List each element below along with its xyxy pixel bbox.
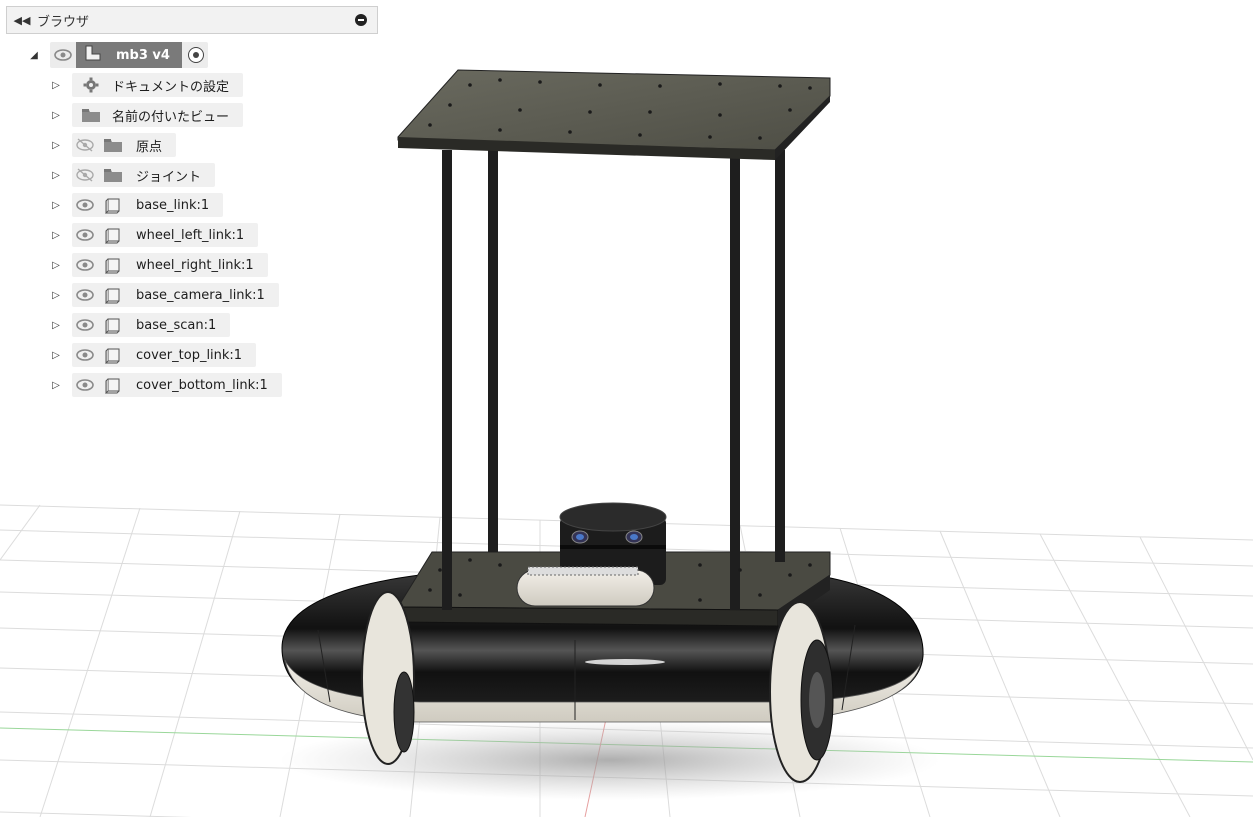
tree-item-label: base_link:1: [136, 197, 210, 213]
expand-triangle-icon[interactable]: ▷: [50, 230, 62, 241]
eye-icon[interactable]: [72, 199, 98, 211]
tree-item-label: wheel_left_link:1: [136, 227, 245, 243]
expand-triangle-icon[interactable]: ▷: [50, 260, 62, 271]
root-label: mb3 v4: [116, 47, 170, 63]
eye-icon[interactable]: [72, 379, 98, 391]
tree-item-base-scan[interactable]: ▷ base_scan:1: [50, 313, 231, 337]
tree-item-box[interactable]: 原点: [72, 133, 177, 157]
component-icon: [98, 346, 128, 364]
component-icon: [98, 256, 128, 274]
tree-item-label: ジョイント: [136, 169, 202, 185]
expand-triangle-icon[interactable]: ▷: [50, 170, 62, 181]
eye-icon[interactable]: [72, 259, 98, 271]
tree-item-label: cover_top_link:1: [136, 347, 243, 363]
browser-panel-header: ◀◀ ブラウザ: [6, 6, 378, 34]
tree-item-wheel-right-link[interactable]: ▷ wheel_right_link:1: [50, 253, 268, 277]
tree-item-box[interactable]: base_link:1: [72, 193, 224, 217]
panel-minimize-icon[interactable]: [355, 14, 367, 26]
activate-radio[interactable]: [187, 47, 204, 63]
tree-item-label: 原点: [136, 139, 163, 155]
tree-item-label: wheel_right_link:1: [136, 257, 254, 273]
panel-title: ブラウザ: [37, 14, 90, 30]
component-icon: [98, 376, 128, 394]
expand-triangle-icon[interactable]: ▷: [50, 380, 62, 391]
tree-item-label: base_camera_link:1: [136, 287, 265, 303]
component-icon: [98, 286, 128, 304]
tree-item-label: 名前の付いたビュー: [112, 109, 230, 125]
left-wheel[interactable]: [361, 591, 415, 765]
component-icon: [98, 316, 128, 334]
expand-triangle-icon[interactable]: ▷: [50, 290, 62, 301]
expand-triangle-icon[interactable]: ▷: [50, 110, 62, 121]
eye-hidden-icon[interactable]: [72, 138, 98, 152]
tree-item-named-views[interactable]: ▷ 名前の付いたビュー: [50, 103, 244, 127]
eye-icon[interactable]: [72, 229, 98, 241]
component-icon: [98, 226, 128, 244]
folder-icon: [76, 107, 106, 123]
tree-item-cover-bottom-link[interactable]: ▷ cover_bottom_link:1: [50, 373, 282, 397]
tree-item-label: cover_bottom_link:1: [136, 377, 268, 393]
collapse-panel-icon[interactable]: ◀◀: [11, 14, 33, 27]
tree-item-origin[interactable]: ▷ 原点: [50, 133, 177, 157]
eye-icon[interactable]: [72, 349, 98, 361]
tree-item-box[interactable]: ジョイント: [72, 163, 216, 187]
tree-item-box[interactable]: wheel_left_link:1: [72, 223, 259, 247]
tree-item-box[interactable]: 名前の付いたビュー: [72, 103, 244, 127]
camera-module[interactable]: [516, 566, 655, 607]
expand-triangle-icon[interactable]: ▷: [50, 140, 62, 151]
tree-item-box[interactable]: cover_top_link:1: [72, 343, 257, 367]
tree-item-base-link[interactable]: ▷ base_link:1: [50, 193, 224, 217]
tree-item-wheel-left-link[interactable]: ▷ wheel_left_link:1: [50, 223, 259, 247]
top-plate[interactable]: [397, 69, 831, 160]
tree-item-document-settings[interactable]: ▷ ドキュメントの設定: [50, 73, 244, 97]
assembly-icon: [84, 44, 104, 66]
root-component[interactable]: mb3 v4: [76, 42, 182, 68]
tree-item-joints[interactable]: ▷ ジョイント: [50, 163, 216, 187]
tree-item-box[interactable]: wheel_right_link:1: [72, 253, 268, 277]
expand-triangle-icon[interactable]: ▷: [50, 350, 62, 361]
tree-item-base-camera-link[interactable]: ▷ base_camera_link:1: [50, 283, 279, 307]
folder-icon: [98, 137, 128, 153]
tree-item-label: ドキュメントの設定: [112, 79, 230, 95]
gear-icon: [76, 77, 106, 93]
eye-hidden-icon[interactable]: [72, 168, 98, 182]
tree-item-label: base_scan:1: [136, 317, 217, 333]
tree-item-box[interactable]: base_scan:1: [72, 313, 231, 337]
tree-item-box[interactable]: ドキュメントの設定: [72, 73, 244, 97]
tree-root-row[interactable]: ◢ mb3 v4: [28, 42, 208, 68]
tree-item-box[interactable]: cover_bottom_link:1: [72, 373, 282, 397]
expand-triangle-icon[interactable]: ▷: [50, 320, 62, 331]
folder-icon: [98, 167, 128, 183]
tree-item-box[interactable]: base_camera_link:1: [72, 283, 279, 307]
expand-triangle-icon[interactable]: ▷: [50, 80, 62, 91]
tree-item-cover-top-link[interactable]: ▷ cover_top_link:1: [50, 343, 257, 367]
component-icon: [98, 196, 128, 214]
expand-triangle-icon[interactable]: ▷: [50, 200, 62, 211]
eye-icon[interactable]: [72, 319, 98, 331]
eye-icon[interactable]: [50, 49, 76, 61]
eye-icon[interactable]: [72, 289, 98, 301]
expanded-triangle-icon[interactable]: ◢: [28, 50, 40, 61]
